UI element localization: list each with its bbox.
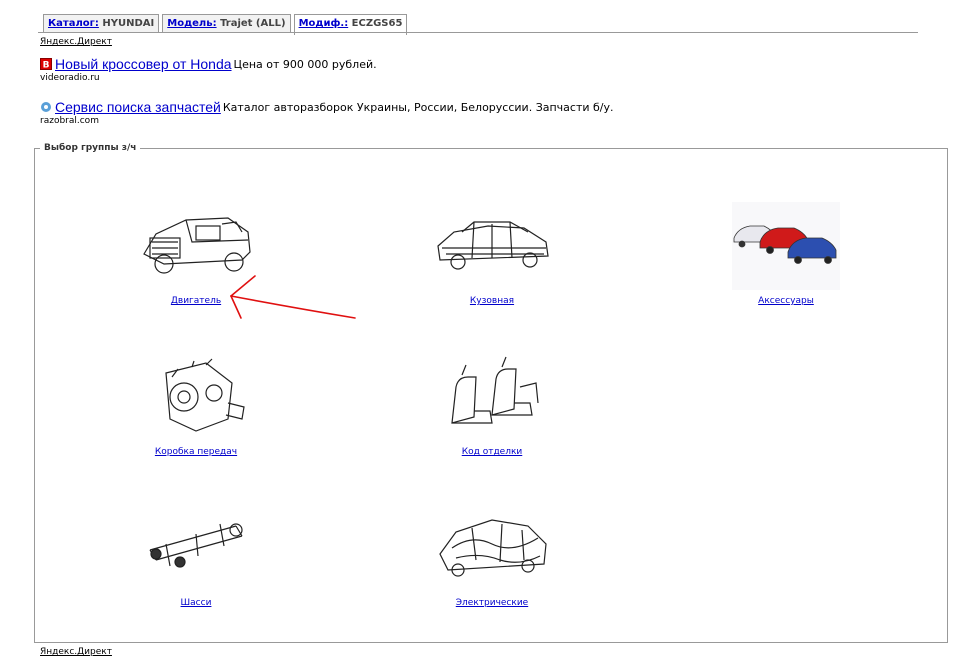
ad-title-link-1[interactable]: Новый кроссовер от Honda [55, 56, 232, 72]
wiring-icon [439, 519, 547, 577]
group-item-electrical[interactable]: Электрические [392, 504, 592, 608]
seats-icon [451, 356, 539, 424]
electrical-link[interactable]: Электрические [392, 598, 592, 608]
group-item-chassis[interactable]: Шасси [96, 504, 296, 608]
yandex-direct-link-bottom[interactable]: Яндекс.Директ [40, 647, 112, 657]
group-legend: Выбор группы з/ч [44, 143, 137, 153]
group-item-body[interactable]: Кузовная [392, 202, 592, 306]
model-link[interactable]: Модель: [167, 18, 216, 29]
ad-text-2: Каталог авторазборок Украины, России, Бе… [222, 100, 614, 114]
ad-host-2: razobral.com [40, 116, 99, 126]
modification-link[interactable]: Модиф.: [299, 18, 349, 29]
svg-text:B: B [43, 61, 50, 71]
group-item-accessories[interactable]: Аксессуары [686, 202, 886, 306]
tab-underline [38, 32, 918, 33]
catalog-link[interactable]: Каталог: [48, 18, 99, 29]
ad-title-link-2[interactable]: Сервис поиска запчастей [55, 99, 221, 115]
gearbox-link[interactable]: Коробка передач [96, 447, 296, 457]
body-frame-icon [437, 221, 549, 270]
chassis-link[interactable]: Шасси [96, 598, 296, 608]
tab-catalog: Каталог: HYUNDAI [43, 14, 160, 33]
ad-host-1: videoradio.ru [40, 73, 100, 83]
group-item-trim[interactable]: Код отделки [392, 353, 592, 457]
group-item-gearbox[interactable]: Коробка передач [96, 353, 296, 457]
chassis-icon [149, 523, 243, 568]
body-link[interactable]: Кузовная [392, 296, 592, 306]
ad-block-1: B Новый кроссовер от Honda Цена от 900 0… [40, 56, 377, 83]
model-value: Trajet (ALL) [220, 18, 286, 29]
yandex-direct-link-top[interactable]: Яндекс.Директ [40, 37, 112, 47]
ad-block-2: Сервис поиска запчастей Каталог авторазб… [40, 99, 614, 126]
accessories-link[interactable]: Аксессуары [686, 296, 886, 306]
b-badge-icon: B [40, 58, 52, 71]
tab-model: Модель: Trajet (ALL) [162, 14, 291, 33]
ad-text-1: Цена от 900 000 рублей. [233, 57, 377, 71]
red-arrow-annotation [230, 275, 356, 319]
modification-value: ECZGS65 [351, 18, 403, 29]
trim-code-link[interactable]: Код отделки [392, 447, 592, 457]
cars-icon [732, 202, 840, 290]
gear-icon [40, 101, 52, 113]
gearbox-icon [165, 358, 245, 432]
catalog-value: HYUNDAI [102, 18, 155, 29]
